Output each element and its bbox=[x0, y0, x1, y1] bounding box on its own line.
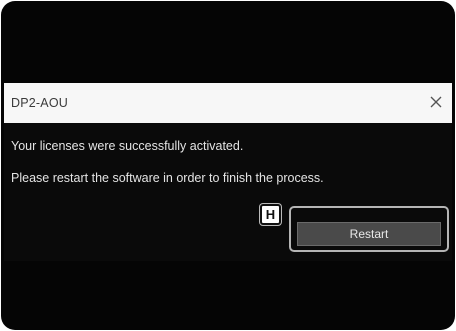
close-icon[interactable] bbox=[426, 92, 446, 112]
screen-frame: DP2-AOU Your licenses were successfully … bbox=[1, 1, 455, 330]
dialog-title: DP2-AOU bbox=[11, 96, 68, 110]
restart-instruction: Please restart the software in order to … bbox=[11, 171, 324, 185]
restart-button[interactable]: Restart bbox=[297, 222, 441, 246]
success-message: Your licenses were successfully activate… bbox=[11, 139, 244, 153]
dialog-titlebar: DP2-AOU bbox=[4, 83, 452, 123]
license-dialog: DP2-AOU Your licenses were successfully … bbox=[4, 83, 452, 261]
shortcut-key-badge: H bbox=[260, 204, 281, 225]
